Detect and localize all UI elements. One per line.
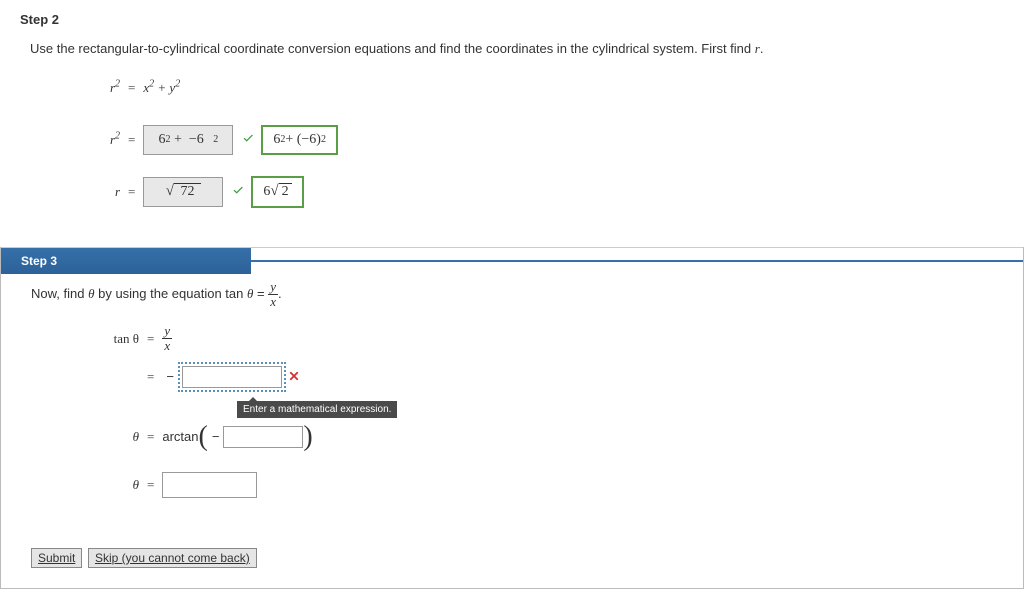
step2-eq3-input[interactable]: 72	[143, 177, 223, 207]
step3-header: Step 3	[1, 248, 251, 274]
step2-content: Use the rectangular-to-cylindrical coord…	[0, 35, 1024, 247]
submit-button[interactable]: Submit	[31, 548, 82, 568]
step3-instruction: Now, find θ by using the equation tan θ …	[31, 280, 993, 310]
step3-eq1: tan θ = yx	[85, 324, 993, 354]
step2-eq2-input[interactable]: 62 + −6 2	[143, 125, 233, 155]
skip-button[interactable]: Skip (you cannot come back)	[88, 548, 257, 568]
step3-eq2-input-wrap	[178, 362, 286, 392]
step2-eq3-answer: 62	[251, 176, 303, 208]
step2-instruction: Use the rectangular-to-cylindrical coord…	[30, 41, 994, 57]
step3-eq2: = −	[85, 362, 993, 392]
button-row: Submit Skip (you cannot come back)	[1, 528, 1023, 576]
x-icon	[288, 369, 300, 385]
step3-eq4: θ =	[85, 470, 993, 500]
step2-label: Step 2	[0, 0, 1024, 35]
step3-container: Step 3 Now, find θ by using the equation…	[0, 247, 1024, 589]
step3-eq2-input[interactable]	[182, 366, 282, 388]
step2-eq1: r2 = x2 + y2	[80, 71, 994, 105]
step3-eq4-input[interactable]	[162, 472, 257, 498]
step3-eq3-input[interactable]	[223, 426, 303, 448]
step3-eq3: θ = arctan(− )	[85, 422, 993, 452]
check-icon	[241, 132, 255, 149]
step3-content: Now, find θ by using the equation tan θ …	[1, 274, 1023, 528]
step2-eq2: r2 = 62 + −6 2 62 + (−6)2	[80, 123, 994, 157]
check-icon	[231, 184, 245, 201]
step2-eq3: r = 72 62	[80, 175, 994, 209]
tooltip: Enter a mathematical expression.	[237, 401, 397, 418]
step2-eq2-answer: 62 + (−6)2	[261, 125, 338, 155]
